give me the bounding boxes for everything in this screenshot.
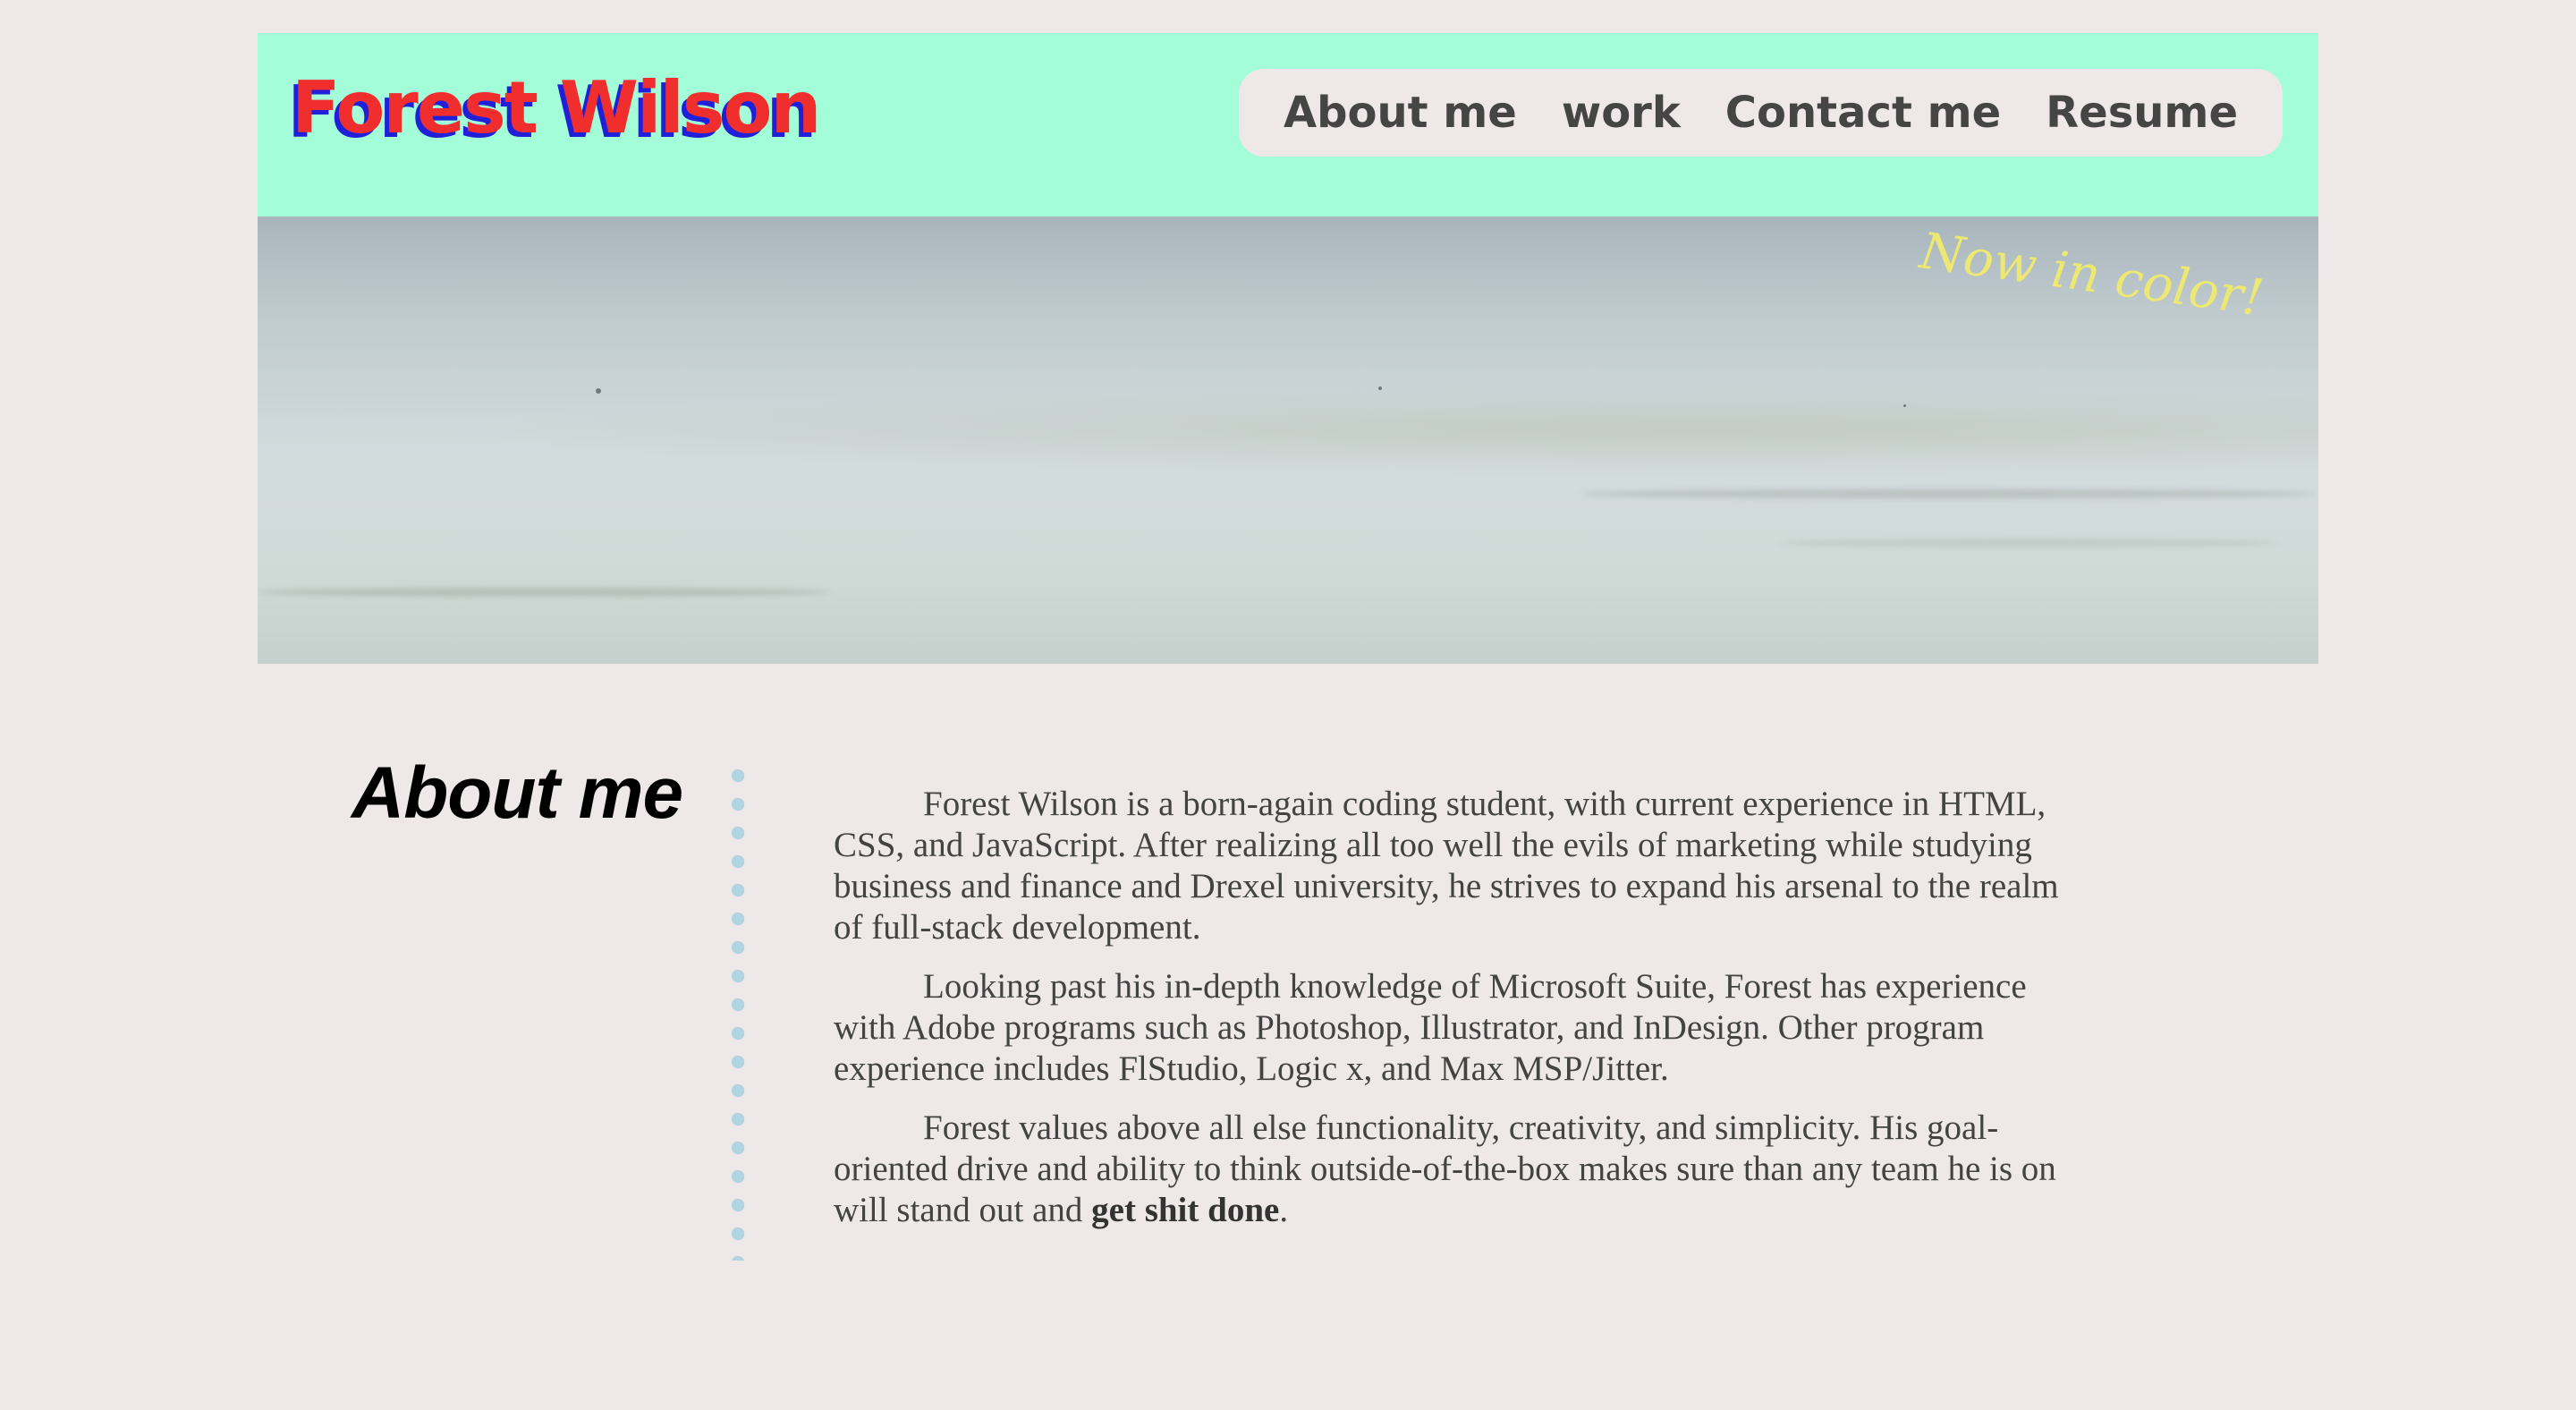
about-paragraph-3-end: . <box>1279 1191 1289 1229</box>
site-header: Forest Wilson About me work Contact me R… <box>258 33 2318 217</box>
about-paragraph-3-text: Forest values above all else functionali… <box>834 1108 2056 1229</box>
hero-haze <box>258 378 2318 485</box>
hero-cloud-streak <box>1581 489 2315 498</box>
about-paragraph-2: Looking past his in-depth knowledge of M… <box>834 967 2027 1088</box>
hero-speck <box>1378 386 1382 390</box>
hero-tagline: Now in color! <box>1916 222 2267 328</box>
hero-speck <box>596 388 601 394</box>
about-heading: About me <box>352 752 683 834</box>
site-logo[interactable]: Forest Wilson <box>292 69 821 148</box>
nav-work[interactable]: work <box>1562 88 1681 138</box>
about-paragraph-3-emphasis: get shit done <box>1091 1191 1280 1229</box>
about-paragraph-1: Forest Wilson is a born-again coding stu… <box>834 785 2059 947</box>
hero-banner-image: Now in color! <box>258 217 2318 664</box>
about-section: About me Forest Wilson is a born-again c… <box>258 664 2318 1290</box>
page-container: Forest Wilson About me work Contact me R… <box>258 33 2318 1290</box>
hero-cloud-streak <box>258 588 830 597</box>
nav-contact-me[interactable]: Contact me <box>1725 88 2001 138</box>
dotted-divider <box>731 761 745 1261</box>
about-body: Forest Wilson is a born-again coding stu… <box>834 784 2068 1249</box>
hero-cloud-streak <box>1778 539 2279 548</box>
hero-speck <box>1903 404 1906 407</box>
nav-about-me[interactable]: About me <box>1284 88 1517 138</box>
main-nav: About me work Contact me Resume <box>1238 69 2283 157</box>
nav-resume[interactable]: Resume <box>2046 88 2238 138</box>
about-paragraph-3: Forest values above all else functionali… <box>834 1108 2068 1231</box>
